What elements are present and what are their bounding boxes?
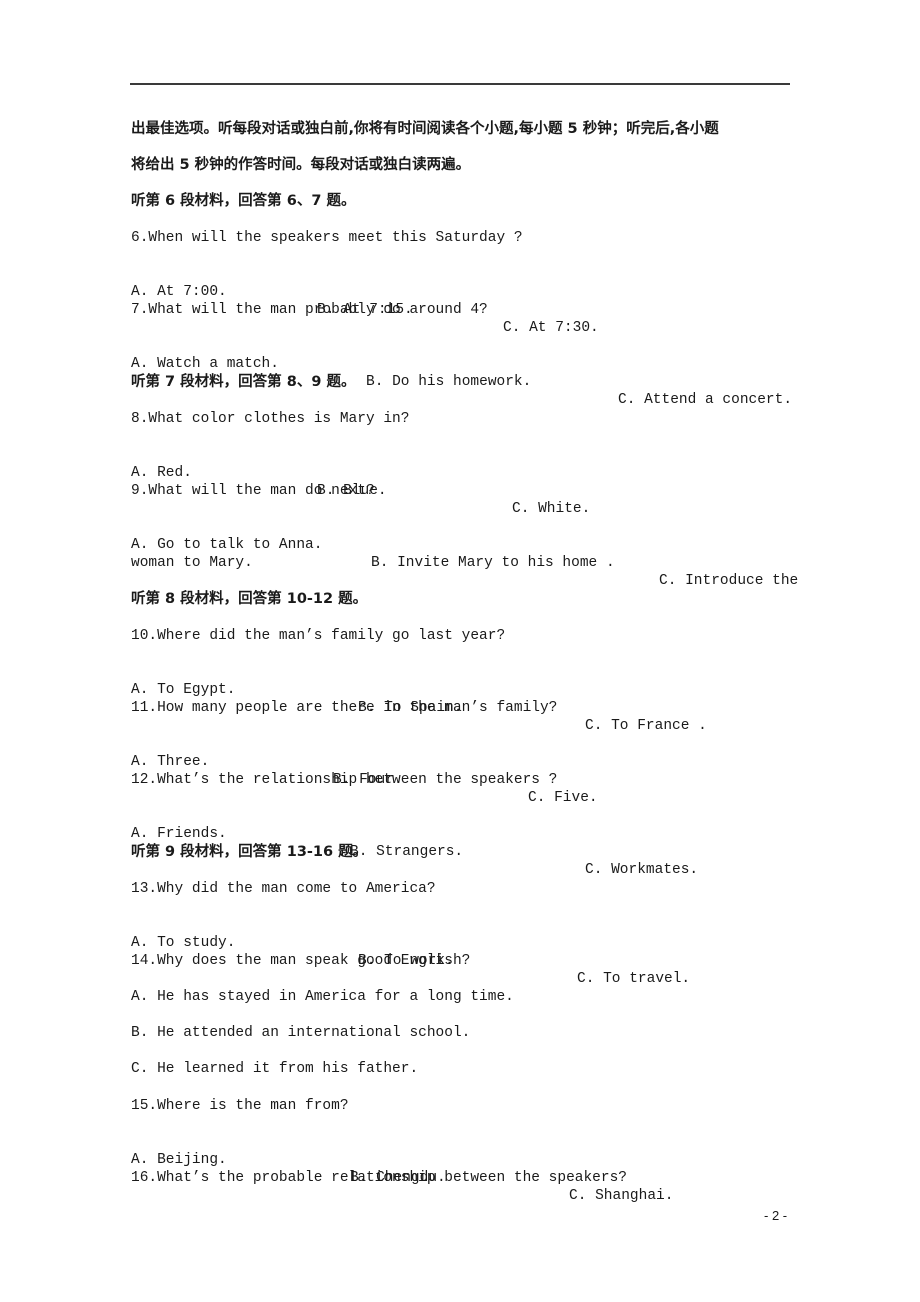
question-stem: 15.Where is the man from? xyxy=(131,1098,349,1114)
question-stem: 10.Where did the man’s family go last ye… xyxy=(131,628,506,644)
option-a: A. Watch a match. xyxy=(131,356,279,372)
option-a: A. Beijing. xyxy=(131,1152,227,1168)
option-a: A. At 7:00. xyxy=(131,284,227,300)
question-stem: 16.What’s the probable relationship betw… xyxy=(131,1170,627,1186)
question-stem: 12.What’s the relationship between the s… xyxy=(131,772,558,788)
section-heading: 听第 8 段材料，回答第 10-12 题。 xyxy=(131,591,368,607)
option-a: A. To study. xyxy=(131,935,236,951)
question-stem: 13.Why did the man come to America? xyxy=(131,881,436,897)
option-c: C. Shanghai. xyxy=(569,1188,674,1204)
option-a: A. To Egypt. xyxy=(131,682,236,698)
option-b: B. He attended an international school. xyxy=(131,1025,471,1041)
option-c: C. Introduce the xyxy=(659,573,799,589)
instructions-line-2: 将给出 5 秒钟的作答时间。每段对话或独白读两遍。 xyxy=(131,157,471,173)
option-a: A. Go to talk to Anna. xyxy=(131,537,323,553)
option-c: C. Attend a concert. xyxy=(618,392,793,408)
option-c: C. White. xyxy=(512,501,591,517)
question-stem: 6.When will the speakers meet this Satur… xyxy=(131,230,523,246)
instructions-line-1: 出最佳选项。听每段对话或独白前,你将有时间阅读各个小题,每小题 5 秒钟；听完后… xyxy=(131,121,719,137)
header-rule xyxy=(130,83,790,85)
question-stem: 7.What will the man probably do around 4… xyxy=(131,302,488,318)
option-c: C. To travel. xyxy=(577,971,691,987)
option-a: A. Friends. xyxy=(131,826,227,842)
question-stem: 8.What color clothes is Mary in? xyxy=(131,411,410,427)
option-c: C. Workmates. xyxy=(585,862,699,878)
option-b: B. Do his homework. xyxy=(366,374,532,390)
question-stem: 9.What will the man do next? xyxy=(131,483,375,499)
option-c: C. At 7:30. xyxy=(503,320,599,336)
option-c: C. Five. xyxy=(528,790,598,806)
option-a: A. Three. xyxy=(131,754,210,770)
question-stem: 11.How many people are there in the man’… xyxy=(131,700,558,716)
option-c: C. He learned it from his father. xyxy=(131,1061,419,1077)
option-continuation: woman to Mary. xyxy=(131,555,253,571)
option-a: A. He has stayed in America for a long t… xyxy=(131,989,514,1005)
page-number: - 2 - xyxy=(764,1208,788,1223)
section-heading: 听第 9 段材料，回答第 13-16 题。 xyxy=(131,844,368,860)
section-heading: 听第 7 段材料，回答第 8、9 题。 xyxy=(131,374,356,390)
option-c: C. To France . xyxy=(585,718,707,734)
option-a: A. Red. xyxy=(131,465,192,481)
question-stem: 14.Why does the man speak good English? xyxy=(131,953,471,969)
section-heading: 听第 6 段材料，回答第 6、7 题。 xyxy=(131,193,356,209)
option-b: B. Invite Mary to his home . xyxy=(371,555,615,571)
